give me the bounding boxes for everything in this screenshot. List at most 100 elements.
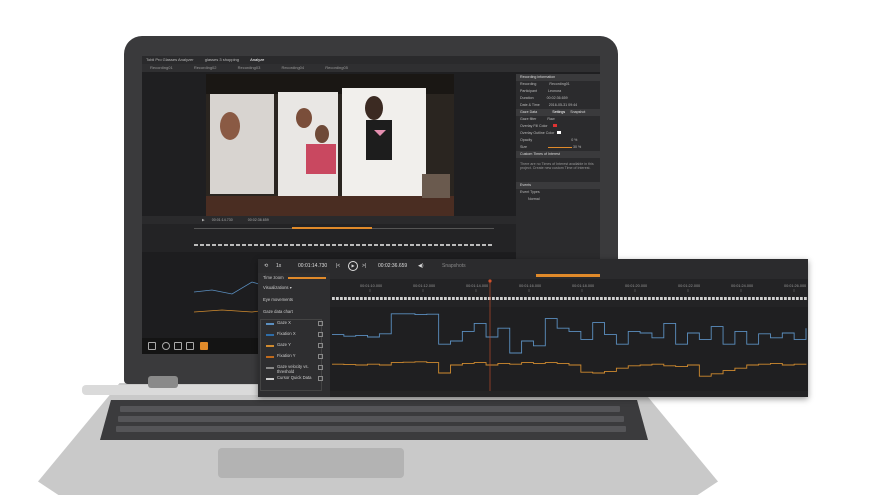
playhead-handle[interactable] <box>488 279 492 283</box>
eye-movement-segment <box>500 297 503 300</box>
legend-checkbox[interactable] <box>318 332 323 337</box>
eye-movement-segment <box>496 297 499 300</box>
legend-label: Gaze X <box>277 320 291 325</box>
legend-checkbox[interactable] <box>318 321 323 326</box>
eye-movement-segment <box>772 297 775 300</box>
eye-movement-segment <box>752 297 755 300</box>
end-time: 00:02:36.659 <box>378 263 408 269</box>
eye-movement-segment <box>572 297 575 300</box>
eye-movement-segment <box>616 297 619 300</box>
speed-label[interactable]: 1x <box>276 263 281 269</box>
eye-movement-segment <box>492 297 495 300</box>
time-zoom-label: Time zoom <box>263 275 284 280</box>
recording-tab[interactable]: Recording04 <box>281 65 304 70</box>
eye-movement-segment <box>728 297 731 300</box>
legend-label: Fixation Y <box>277 353 296 358</box>
custom-toi-header[interactable]: Custom Times of Interest <box>516 151 600 158</box>
analyze-tab[interactable]: Analyze <box>250 57 264 62</box>
project-tab[interactable]: glasses 3 shopping <box>205 57 239 62</box>
date-label: Date & Time <box>520 103 540 107</box>
eye-movement-segment <box>688 297 691 300</box>
file-explorer-icon[interactable] <box>186 342 194 350</box>
step-back-icon[interactable]: |< <box>336 263 340 269</box>
eye-movement-segment <box>388 297 391 300</box>
time-tick-label: 00:01:16.000 <box>519 284 541 288</box>
visualizations-dropdown[interactable]: Visualizations ▾ <box>263 285 292 290</box>
time-tick-label: 00:01:26.000 <box>784 284 806 288</box>
legend-checkbox[interactable] <box>318 376 323 381</box>
window-title: Tobii Pro Glasses Analyzer <box>146 57 194 62</box>
time-zoom-slider[interactable] <box>288 277 326 279</box>
eye-movement-segment <box>696 297 699 300</box>
task-view-icon[interactable] <box>174 342 182 350</box>
eye-movement-segment <box>660 297 663 300</box>
laptop-touchpad <box>218 448 404 478</box>
play-button[interactable]: ▶ <box>348 261 358 271</box>
eye-movement-segment <box>352 297 355 300</box>
eye-movement-segment <box>516 297 519 300</box>
recording-tab[interactable]: Recording03 <box>238 65 261 70</box>
eye-movement-segment <box>488 297 491 300</box>
snapshots-button[interactable]: Snapshots <box>442 263 466 269</box>
time-tick-label: 00:01:24.000 <box>731 284 753 288</box>
gaze-data-header[interactable]: Gaze Data Settings Snapshot <box>516 109 600 116</box>
eye-movement-segment <box>784 297 787 300</box>
time-zoom-window[interactable] <box>536 274 600 277</box>
recording-tab[interactable]: Recording02 <box>194 65 217 70</box>
events-header[interactable]: Events <box>516 182 600 189</box>
app-titlebar: Tobii Pro Glasses Analyzer glasses 3 sho… <box>142 56 600 64</box>
legend-label: Gaze Y <box>277 342 291 347</box>
overlay-fill-swatch[interactable] <box>552 124 557 127</box>
eye-movement-segment <box>556 297 559 300</box>
app-taskbar-icon[interactable] <box>200 342 208 350</box>
search-icon[interactable] <box>162 342 170 350</box>
eye-movement-segment <box>560 297 563 300</box>
eye-movement-segment <box>400 297 403 300</box>
small-timeline[interactable] <box>142 224 516 252</box>
eye-movements-label: Eye movements <box>263 297 294 302</box>
recording-tab[interactable]: Recording05 <box>325 65 348 70</box>
eye-movement-segment <box>508 297 511 300</box>
windows-start-icon[interactable] <box>148 342 156 350</box>
recording-tab[interactable]: Recording01 <box>150 65 173 70</box>
size-slider[interactable] <box>548 146 572 148</box>
small-play-icon[interactable]: ▶ <box>202 218 205 222</box>
eye-movement-segment <box>664 297 667 300</box>
legend-checkbox[interactable] <box>318 343 323 348</box>
eye-movement-segment <box>520 297 523 300</box>
eye-movement-segment <box>668 297 671 300</box>
legend-swatch <box>266 345 274 347</box>
legend-checkbox[interactable] <box>318 365 323 370</box>
step-forward-icon[interactable]: >| <box>362 263 366 269</box>
eye-movement-segment <box>436 297 439 300</box>
snapshot-tab[interactable]: Snapshot <box>570 110 585 114</box>
legend-swatch <box>266 367 274 369</box>
video-frame-image <box>206 74 454 216</box>
eye-movement-segment <box>412 297 415 300</box>
eye-movement-segment <box>376 297 379 300</box>
time-tick-label: 00:01:20.000 <box>625 284 647 288</box>
gaze-filter-select[interactable]: Raw <box>547 117 554 121</box>
time-tick-label: 00:01:10.000 <box>360 284 382 288</box>
eye-movement-segment <box>348 297 351 300</box>
legend-checkbox[interactable] <box>318 354 323 359</box>
eye-movement-segment <box>380 297 383 300</box>
event-types-value[interactable]: Normal <box>528 197 540 201</box>
settings-tab[interactable]: Settings <box>552 110 565 114</box>
overlay-outline-swatch[interactable] <box>557 131 562 134</box>
gaze-filter-label: Gaze filter <box>520 117 537 121</box>
eye-movement-segment <box>776 297 779 300</box>
recording-info-header[interactable]: Recording information <box>516 74 600 81</box>
timeline-chart-area[interactable]: 00:01:10.000 00:01:12.000 00:01:14.000 00:0… <box>321 273 808 397</box>
scene-video[interactable] <box>206 74 454 216</box>
eye-movement-segment <box>624 297 627 300</box>
eye-movement-segment <box>680 297 683 300</box>
eye-movement-segment <box>716 297 719 300</box>
volume-icon[interactable]: ◀) <box>418 263 424 269</box>
event-types-label: Event Types <box>520 190 540 194</box>
speed-icon[interactable]: ⟲ <box>264 263 268 269</box>
eye-movement-segment <box>796 297 799 300</box>
eye-movement-segment <box>768 297 771 300</box>
legend-swatch <box>266 334 274 336</box>
legend-swatch <box>266 378 274 380</box>
